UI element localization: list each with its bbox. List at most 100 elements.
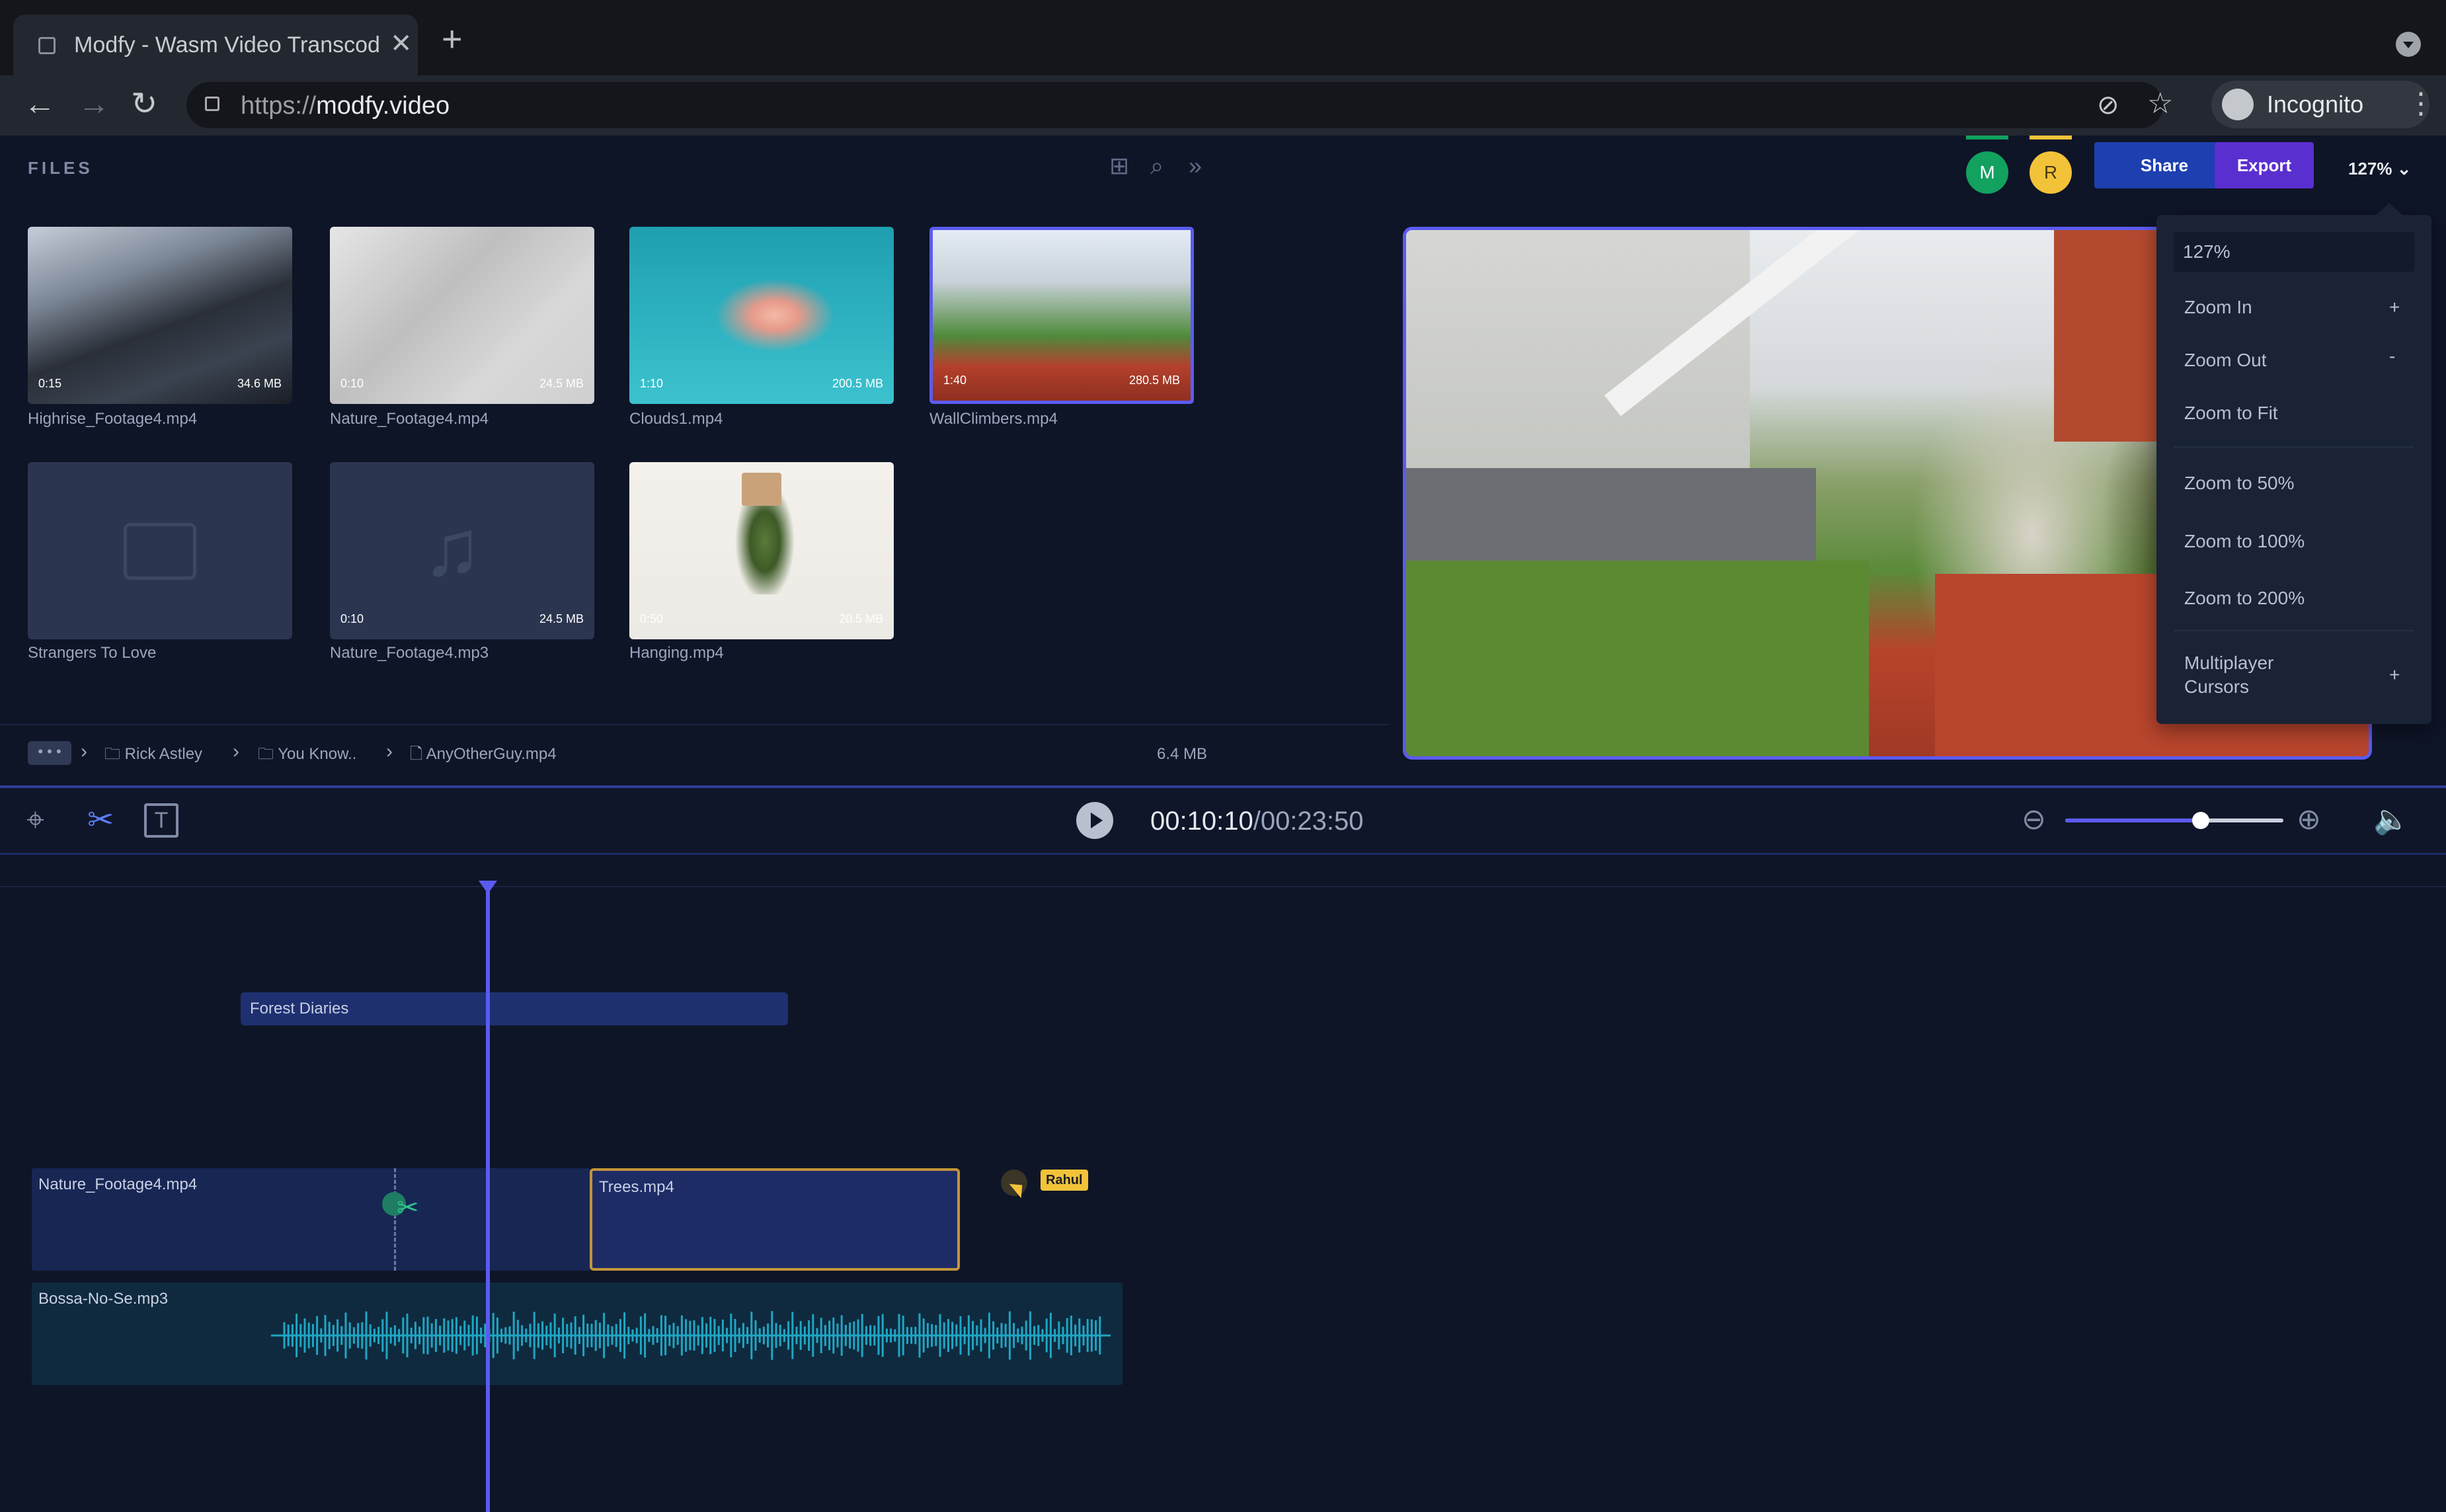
avatar[interactable]: M — [1966, 151, 2008, 194]
scissors-cursor-icon: ✂ — [397, 1193, 419, 1222]
breadcrumb-size: 6.4 MB — [1157, 745, 1208, 763]
new-tab-icon[interactable]: + — [442, 21, 463, 57]
file-thumb[interactable]: 0:10 24.5 MB — [330, 227, 594, 404]
back-icon[interactable]: ← — [24, 85, 56, 124]
clip-label: Bossa-No-Se.mp3 — [38, 1290, 169, 1308]
zoom-to-fit-item[interactable]: Zoom to Fit — [2184, 401, 2278, 425]
file-size: 20.5 MB — [838, 612, 883, 625]
lock-icon — [205, 97, 219, 111]
star-icon[interactable]: ☆ — [2147, 86, 2173, 122]
new-folder-icon[interactable]: ⊞ — [1109, 151, 1129, 180]
text-tool-icon[interactable]: T — [144, 803, 178, 838]
menu-divider — [2174, 446, 2414, 448]
menu-divider — [2174, 630, 2414, 631]
preview-road — [1406, 468, 1816, 574]
collapse-panel-icon[interactable]: » — [1189, 151, 1202, 180]
zoom-select[interactable]: 127% ⌄ — [2348, 155, 2412, 182]
breadcrumb-more-button[interactable]: • • • — [28, 741, 71, 765]
file-duration: 0:50 — [640, 612, 664, 625]
divider — [0, 724, 1388, 725]
avatar[interactable]: R — [2030, 151, 2072, 194]
avatar-indicator — [1966, 136, 2008, 139]
folder-thumb[interactable] — [28, 462, 292, 639]
file-thumb-selected[interactable]: 1:40 280.5 MB — [929, 227, 1194, 404]
slider-fill — [2065, 818, 2201, 822]
folder-icon — [124, 523, 196, 580]
breadcrumb-item[interactable]: 🗀 Rick Astley — [104, 741, 202, 768]
cursors-label: Cursors — [2184, 676, 2250, 697]
file-name[interactable]: Hanging.mp4 — [629, 643, 724, 663]
video-clip[interactable]: Nature_Footage4.mp4 — [32, 1168, 590, 1271]
volume-icon[interactable]: 🔈 — [2373, 803, 2410, 836]
tab-strip: Modfy - Wasm Video Transcod ✕ + — [0, 0, 2446, 75]
search-icon[interactable]: ⌕ — [1150, 151, 1164, 180]
select-tool-icon[interactable]: ⌖ — [26, 802, 44, 839]
video-clip-selected[interactable]: Trees.mp4 — [590, 1168, 960, 1271]
share-button[interactable]: Share — [2094, 142, 2234, 188]
current-time: 00:10:10 — [1150, 807, 1253, 836]
breadcrumb-item[interactable]: 🗋 AnyOtherGuy.mp4 — [410, 741, 557, 768]
cut-marker — [394, 1168, 396, 1271]
zoom-out-item[interactable]: Zoom Out — [2184, 348, 2266, 372]
zoom-50-item[interactable]: Zoom to 50% — [2184, 471, 2295, 495]
tab-title: Modfy - Wasm Video Transcod — [74, 32, 380, 58]
zoom-in-item[interactable]: Zoom In — [2184, 296, 2252, 319]
zoom-200-item[interactable]: Zoom to 200% — [2184, 586, 2305, 610]
breadcrumb-item[interactable]: 🗀 You Know.. — [258, 741, 356, 768]
favicon-icon — [38, 37, 56, 54]
audio-waveform — [271, 1311, 1111, 1360]
export-button[interactable]: Export — [2215, 142, 2314, 188]
incognito-label: Incognito — [2267, 91, 2364, 118]
clip-label: Trees.mp4 — [599, 1178, 674, 1196]
file-thumb[interactable]: 1:10 200.5 MB — [629, 227, 894, 404]
total-time: /00:23:50 — [1253, 807, 1364, 836]
multiplayer-cursors-item[interactable]: Multiplayer Cursors — [2184, 651, 2273, 699]
file-duration: 1:10 — [640, 377, 664, 390]
file-thumb[interactable]: 0:15 34.6 MB — [28, 227, 292, 404]
forward-icon[interactable]: → — [78, 85, 110, 124]
preview-brick-column — [2054, 230, 2160, 442]
file-name[interactable]: Clouds1.mp4 — [629, 409, 723, 429]
scissors-icon[interactable]: ✂ — [87, 802, 114, 839]
clip-group[interactable]: Forest Diaries — [241, 992, 788, 1025]
clip-group-label: Forest Diaries — [250, 1000, 349, 1017]
file-name[interactable]: Highrise_Footage4.mp4 — [28, 409, 197, 429]
browser-menu-icon[interactable]: ⋮ — [2406, 86, 2435, 122]
file-name[interactable]: Nature_Footage4.mp4 — [330, 409, 489, 429]
tab-search-icon[interactable] — [2396, 32, 2421, 57]
music-note-icon: ♫ — [422, 504, 482, 592]
zoom-out-icon[interactable]: ⊖ — [2022, 803, 2046, 836]
file-size: 24.5 MB — [539, 377, 584, 390]
playhead[interactable] — [486, 887, 490, 1512]
breadcrumb-label: AnyOtherGuy.mp4 — [426, 745, 557, 763]
chevron-right-icon: › — [386, 740, 393, 762]
file-duration: 0:10 — [340, 612, 364, 625]
file-name[interactable]: Nature_Footage4.mp3 — [330, 643, 489, 663]
file-thumb[interactable]: 0:50 20.5 MB — [629, 462, 894, 639]
address-bar[interactable]: https://modfy.video ⊘ — [186, 82, 2163, 128]
incognito-badge[interactable]: Incognito — [2211, 81, 2429, 128]
browser-toolbar: ← → ↻ https://modfy.video ⊘ ☆ Incognito … — [0, 75, 2446, 136]
eye-off-icon[interactable]: ⊘ — [2097, 90, 2119, 120]
file-duration: 1:40 — [943, 374, 967, 387]
url-text: https://modfy.video — [241, 92, 450, 120]
zoom-in-icon[interactable]: ⊕ — [2297, 803, 2321, 836]
file-size: 34.6 MB — [237, 377, 282, 390]
file-size: 200.5 MB — [832, 377, 883, 390]
reload-icon[interactable]: ↻ — [131, 85, 157, 124]
shortcut-plus: + — [2389, 297, 2400, 317]
preview-grass — [1406, 561, 1869, 756]
file-name[interactable]: WallClimbers.mp4 — [929, 409, 1058, 429]
browser-tab[interactable]: Modfy - Wasm Video Transcod ✕ — [13, 15, 418, 75]
divider — [0, 853, 2446, 855]
zoom-100-item[interactable]: Zoom to 100% — [2184, 530, 2305, 553]
folder-name[interactable]: Strangers To Love — [28, 643, 156, 663]
zoom-input[interactable]: 127% — [2174, 232, 2414, 272]
tab-close-icon[interactable]: ✕ — [390, 29, 413, 58]
slider-handle[interactable] — [2191, 812, 2209, 829]
browser-chrome: Modfy - Wasm Video Transcod ✕ + ← → ↻ ht… — [0, 0, 2446, 136]
breadcrumb-label: You Know.. — [278, 745, 357, 763]
play-icon[interactable] — [1076, 802, 1113, 839]
audio-thumb[interactable]: ♫ 0:10 24.5 MB — [330, 462, 594, 639]
shortcut-plus: + — [2389, 664, 2400, 685]
